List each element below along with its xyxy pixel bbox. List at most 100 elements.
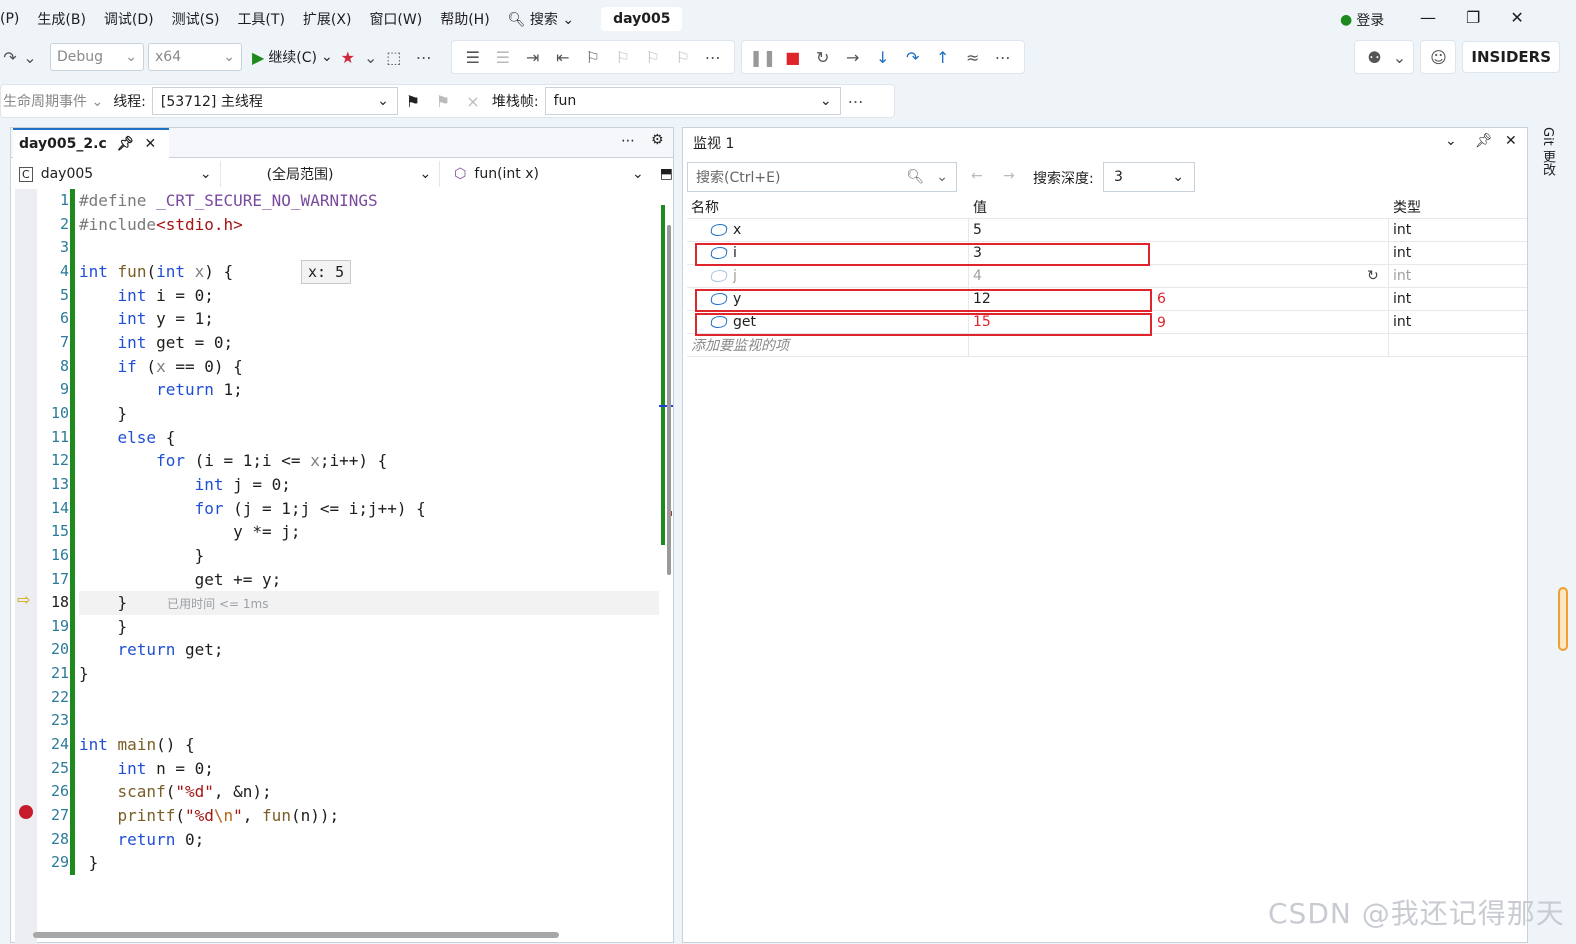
add-watch-placeholder[interactable]: 添加要监视的项 xyxy=(691,335,789,355)
outdent-icon[interactable]: ⇤ xyxy=(548,48,578,67)
menu-help[interactable]: 帮助(H) xyxy=(431,9,498,29)
close-icon[interactable]: ✕ xyxy=(1510,8,1523,27)
step-out-icon[interactable]: ↑ xyxy=(928,48,958,67)
more-icon[interactable]: ⋯ xyxy=(698,48,728,67)
chevron-down-icon[interactable]: ⌄ xyxy=(1445,133,1457,149)
minimize-icon[interactable]: — xyxy=(1420,8,1436,27)
column-value[interactable]: 值 xyxy=(973,197,987,217)
close-icon[interactable]: ✕ xyxy=(145,136,157,152)
filter-icon[interactable]: ⨯ xyxy=(458,92,488,111)
chevron-down-icon: ⌄ xyxy=(419,166,432,182)
insiders-badge[interactable]: INSIDERS xyxy=(1462,41,1560,73)
gear-icon[interactable]: ⚙ xyxy=(651,132,664,148)
watch-type: int xyxy=(1393,222,1412,238)
git-changes-tab[interactable]: Git 更改 xyxy=(1538,127,1557,176)
watch-row[interactable]: j 4 ↻ int xyxy=(687,265,1527,288)
pin-icon[interactable]: 📌︎ xyxy=(117,136,135,152)
restore-icon[interactable]: ❐ xyxy=(1466,8,1480,27)
datatip[interactable]: x: 5 xyxy=(301,259,352,284)
chevron-down-icon: ⌄ xyxy=(1172,169,1184,185)
refresh-icon[interactable]: ↻ xyxy=(1367,268,1379,284)
line-number: 15 xyxy=(50,522,69,541)
close-icon[interactable]: ✕ xyxy=(1505,133,1517,149)
copilot-icon[interactable]: ⚉ xyxy=(1359,48,1389,67)
search-menu[interactable]: 🔍︎ 搜索 ⌄ xyxy=(499,9,583,29)
flag-icon[interactable]: ⚑ xyxy=(398,92,428,111)
line-number: 11 xyxy=(50,427,69,446)
watch-value[interactable]: 4 xyxy=(973,268,982,284)
watch-search-input[interactable]: 搜索(Ctrl+E) 🔍︎ ⌄ xyxy=(687,162,957,192)
comment-icon[interactable]: ☰ xyxy=(458,48,488,67)
bookmark-icon[interactable]: ⚐ xyxy=(578,48,608,67)
menu-build[interactable]: 生成(B) xyxy=(28,9,95,29)
scroll-thumb[interactable] xyxy=(667,225,671,575)
flag-all-icon[interactable]: ⚑ xyxy=(428,92,458,111)
nav-function-select[interactable]: ⬡ fun(int x) ⌄ xyxy=(446,161,652,187)
watch-value[interactable]: 5 xyxy=(973,222,982,238)
config-select[interactable]: Debug ⌄ xyxy=(50,43,144,71)
forward-arrow-icon[interactable]: → xyxy=(1003,168,1015,184)
clear-bookmark-icon[interactable]: ⚐ xyxy=(668,48,698,67)
stackframe-value: fun xyxy=(553,93,577,109)
continue-button[interactable]: ▶ 继续(C) ⌄ xyxy=(252,47,333,67)
lifecycle-events[interactable]: 生命周期事件 ⌄ xyxy=(1,91,103,111)
chevron-down-icon: ⌄ xyxy=(199,166,212,182)
redo-icon[interactable]: ↷ xyxy=(0,48,20,67)
change-tracking-bar xyxy=(70,189,75,875)
menu-project[interactable]: (P) xyxy=(0,11,28,27)
nav-project-select[interactable]: C day005 ⌄ xyxy=(11,161,221,187)
menu-tools[interactable]: 工具(T) xyxy=(228,9,293,29)
step-into-icon[interactable]: ↓ xyxy=(868,48,898,67)
pause-icon[interactable]: ❚❚ xyxy=(748,48,778,67)
stop-icon[interactable]: ■ xyxy=(778,48,808,67)
more-icon[interactable]: ⋯ xyxy=(621,133,635,149)
menu-debug[interactable]: 调试(D) xyxy=(95,9,163,29)
highlight-box-get xyxy=(695,313,1152,336)
code-area[interactable]: ⇨ 1 2 3 4 5 6 7 8 9 10 11 12 13 14 15 16… xyxy=(11,189,673,944)
breakpoint-icon[interactable] xyxy=(19,805,33,819)
line-number: 20 xyxy=(50,640,69,659)
step-over-icon[interactable]: ↷ xyxy=(898,48,928,67)
column-type[interactable]: 类型 xyxy=(1393,197,1421,217)
restart-icon[interactable]: ↻ xyxy=(808,48,838,67)
attach-icon[interactable]: ⬚ xyxy=(379,48,409,67)
more-icon[interactable]: ⋯ xyxy=(988,48,1018,67)
thread-select[interactable]: [53712] 主线程 ⌄ xyxy=(151,87,398,115)
chevron-down-icon[interactable]: ⌄ xyxy=(936,169,948,185)
tab-day005-2-c[interactable]: day005_2.c 📌︎ ✕ xyxy=(13,128,169,158)
window-controls: — ❐ ✕ xyxy=(1420,8,1524,27)
chevron-down-icon[interactable]: ⌄ xyxy=(363,48,379,67)
stackframe-select[interactable]: fun ⌄ xyxy=(544,87,841,115)
menu-window[interactable]: 窗口(W) xyxy=(360,9,431,29)
watch-row[interactable]: x 5 int xyxy=(687,219,1527,242)
split-icon[interactable]: ⬒ xyxy=(660,166,673,182)
search-depth-select[interactable]: 3 ⌄ xyxy=(1103,162,1195,192)
nav-scope-select[interactable]: (全局范围) ⌄ xyxy=(227,161,441,187)
prev-bookmark-icon[interactable]: ⚐ xyxy=(608,48,638,67)
next-bookmark-icon[interactable]: ⚐ xyxy=(638,48,668,67)
diagnostic-icon[interactable]: ≈ xyxy=(958,48,988,67)
vertical-scrollbar[interactable] xyxy=(659,205,673,745)
nav-scope: (全局范围) xyxy=(266,167,334,183)
login-button[interactable]: ● 登录 xyxy=(1340,10,1384,30)
live-share-icon[interactable]: ☺ xyxy=(1423,48,1453,67)
menu-extensions[interactable]: 扩展(X) xyxy=(294,9,361,29)
more-icon[interactable]: ⋯ xyxy=(409,48,439,67)
show-next-statement-icon[interactable]: → xyxy=(838,48,868,67)
more-icon[interactable]: ⋯ xyxy=(841,92,871,111)
chevron-down-icon[interactable]: ⌄ xyxy=(20,48,40,67)
git-changes-sidebar[interactable]: Git 更改 xyxy=(1532,127,1576,943)
platform-select[interactable]: x64 ⌄ xyxy=(148,43,242,71)
indent-icon[interactable]: ⇥ xyxy=(518,48,548,67)
add-watch-row[interactable]: 添加要监视的项 xyxy=(687,334,1527,357)
menu-test[interactable]: 测试(S) xyxy=(163,9,229,29)
chevron-down-icon[interactable]: ⌄ xyxy=(1389,48,1409,67)
breakpoint-margin[interactable] xyxy=(15,189,37,944)
back-arrow-icon[interactable]: ← xyxy=(971,168,983,184)
uncomment-icon[interactable]: ☰ xyxy=(488,48,518,67)
pin-icon[interactable]: 📌︎ xyxy=(1475,133,1493,149)
horizontal-scrollbar[interactable] xyxy=(33,932,559,938)
column-name[interactable]: 名称 xyxy=(691,197,719,217)
editor-tab-bar: day005_2.c 📌︎ ✕ ⋯ ⚙ xyxy=(11,128,673,158)
hot-reload-icon[interactable]: ★ xyxy=(333,48,363,67)
